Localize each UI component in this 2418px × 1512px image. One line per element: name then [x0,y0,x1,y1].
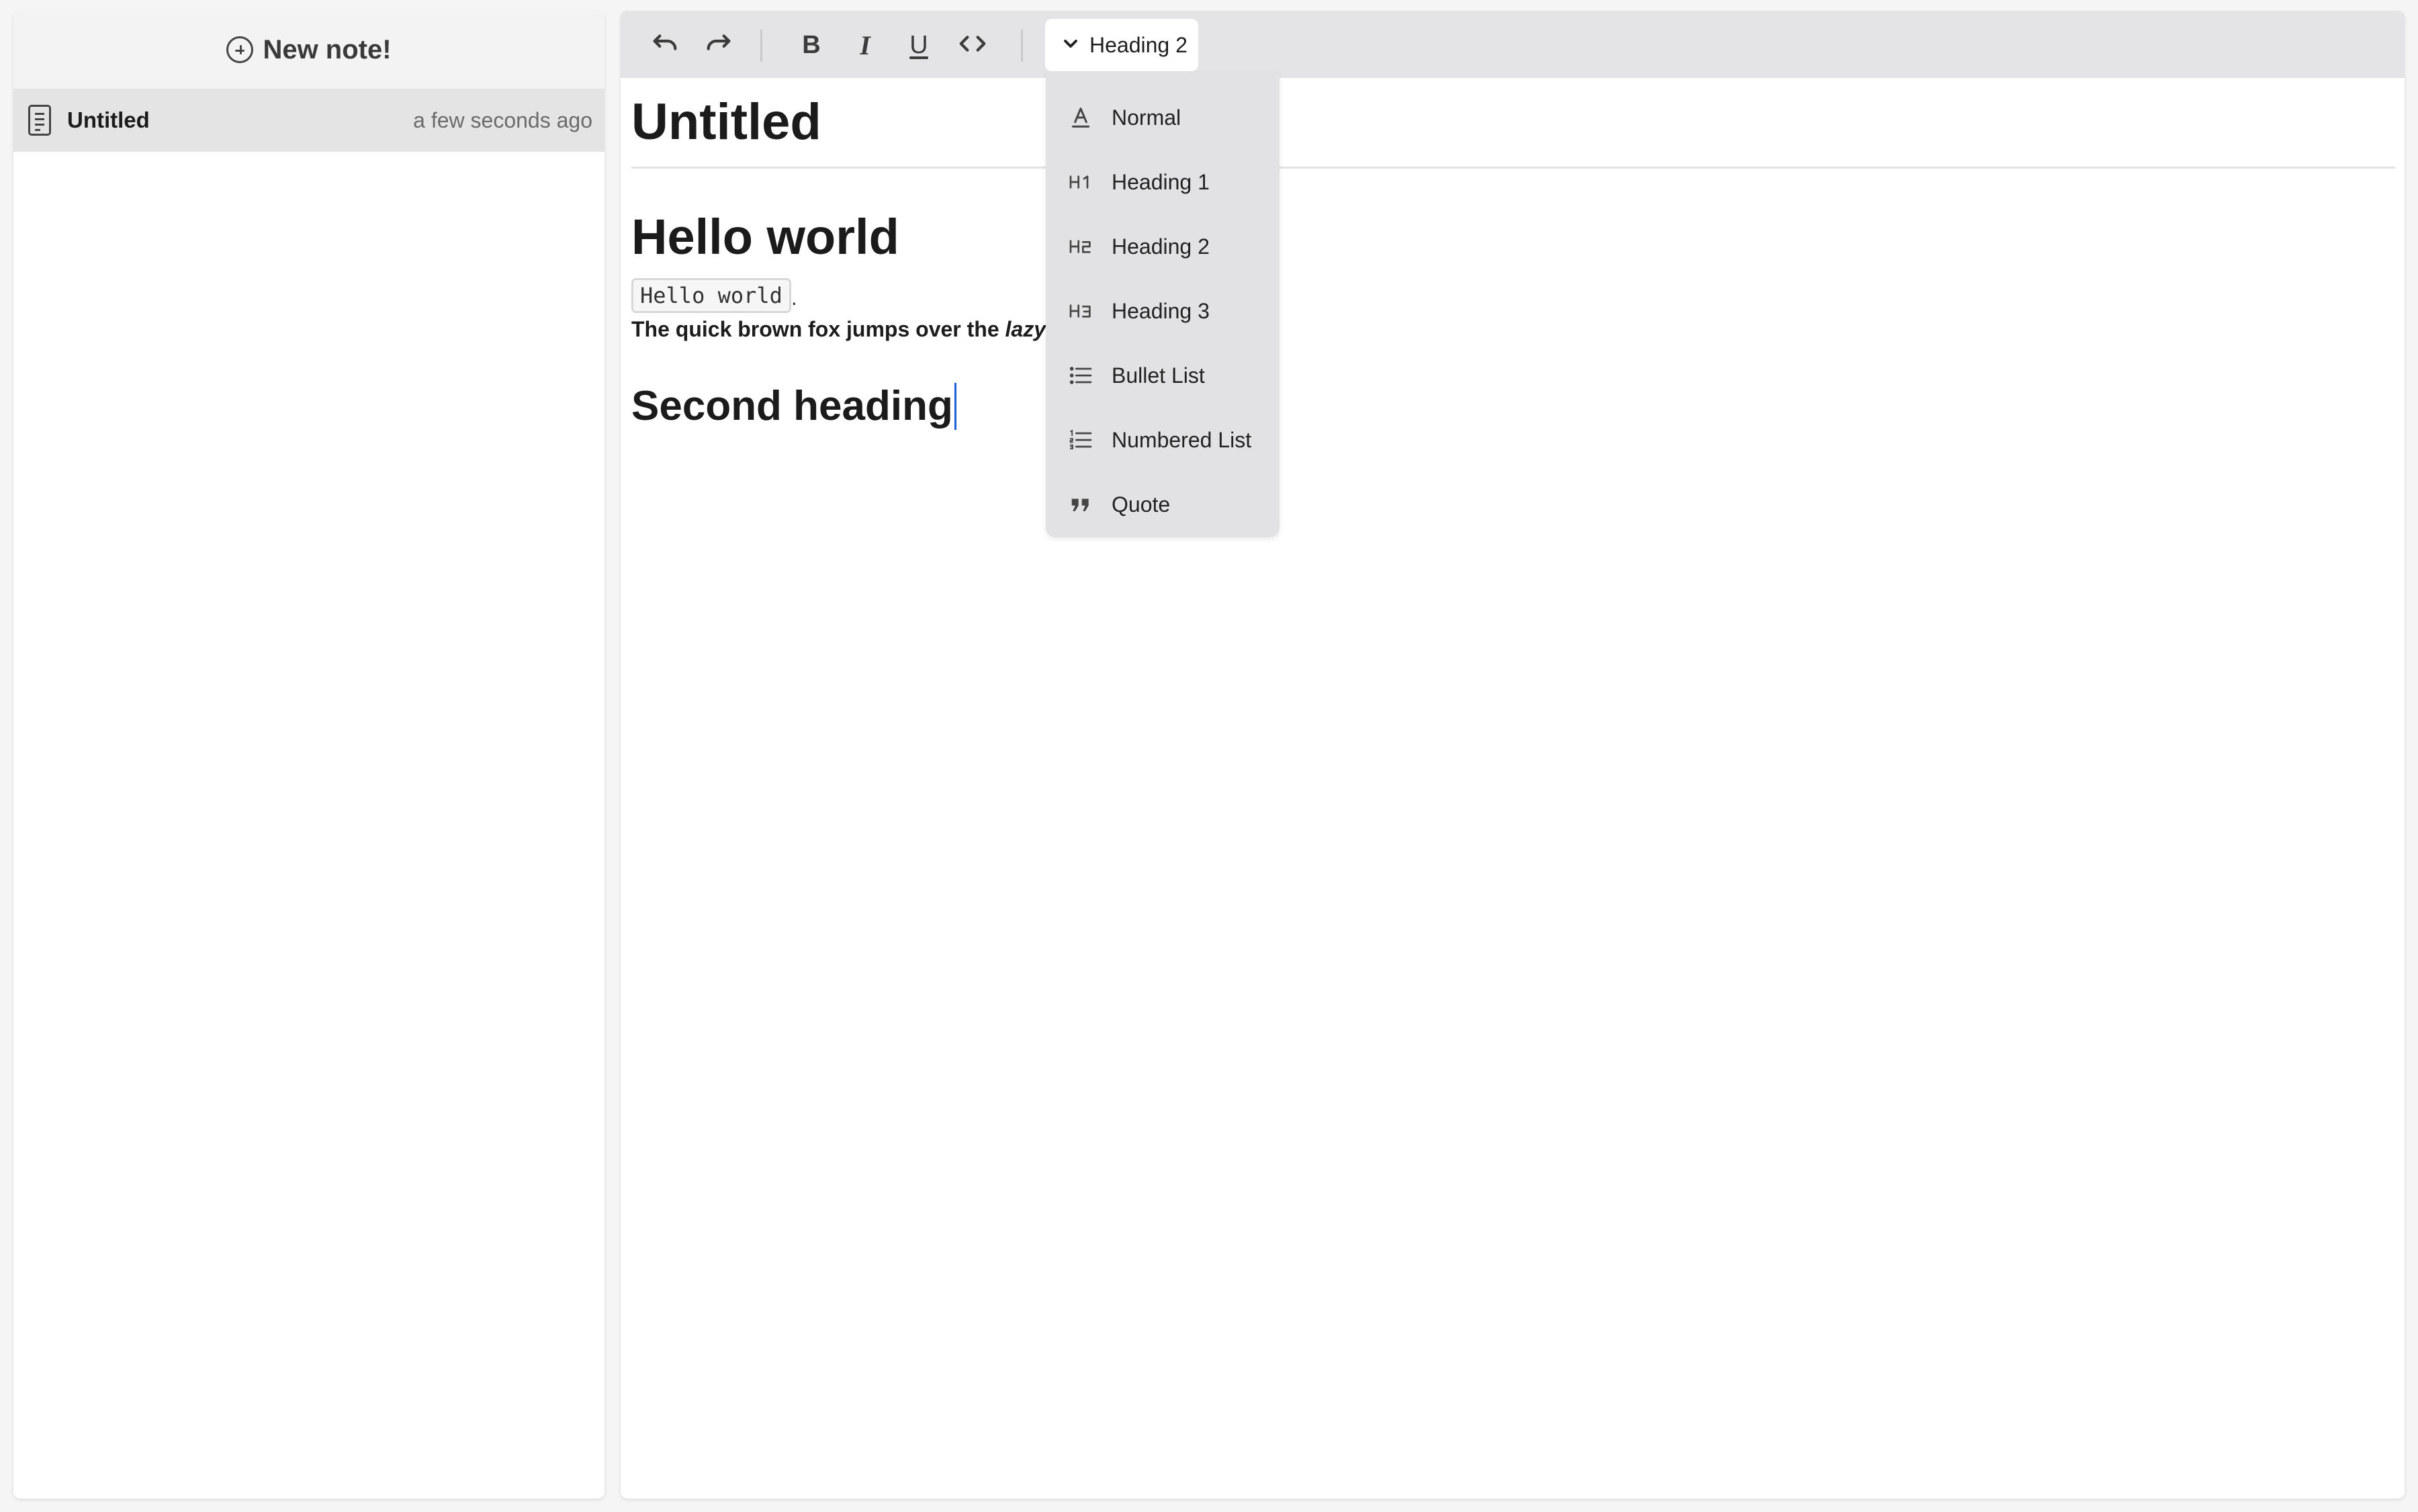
note-list-item[interactable]: Untitled a few seconds ago [13,89,604,152]
dropdown-item-label: Heading 1 [1112,169,1210,194]
dropdown-item-label: Numbered List [1112,427,1252,452]
document-title[interactable]: Untitled [631,78,2395,169]
chevron-down-icon [1060,33,1081,58]
h2-icon [1067,233,1094,260]
heading-1-block[interactable]: Hello world [631,212,1046,262]
editor-panel: B I U Heading 2 Untitled Hello world Hel… [621,11,2405,1499]
dropdown-item-quote[interactable]: Quote [1046,472,1280,537]
dropdown-item-label: Heading 2 [1112,234,1210,259]
redo-icon [703,28,734,62]
underline-button[interactable]: U [896,23,942,67]
dropdown-item-heading-3[interactable]: Heading 3 [1046,279,1280,343]
paragraph-block[interactable]: The quick brown fox jumps over the lazy [631,317,1046,342]
code-paragraph[interactable]: Hello world . [631,278,1046,313]
toolbar-divider [1021,30,1023,62]
block-type-dropdown: Normal Heading 1 Heading 2 Heading 3 Bul… [1046,72,1280,537]
toolbar-divider [760,30,762,62]
italic-button[interactable]: I [842,23,888,67]
dropdown-item-label: Heading 3 [1112,298,1210,323]
quote-icon [1067,491,1094,518]
paragraph-italic-text: lazy [1005,317,1046,341]
note-timestamp: a few seconds ago [413,107,592,132]
dropdown-item-numbered-list[interactable]: Numbered List [1046,408,1280,472]
dropdown-item-normal[interactable]: Normal [1046,85,1280,150]
plus-circle-icon [226,36,254,63]
paragraph-bold-text: The quick brown fox jumps over the [631,317,1005,341]
bold-icon: B [802,30,821,59]
heading-2-text: Second heading [631,383,953,429]
heading-2-block[interactable]: Second heading [631,382,1046,430]
dropdown-item-label: Quote [1112,492,1171,517]
code-icon [957,28,988,62]
bold-button[interactable]: B [789,23,834,67]
h1-icon [1067,169,1094,195]
document-icon [28,105,51,136]
inline-code-suffix: . [791,285,797,310]
inline-code: Hello world [631,278,791,313]
new-note-button[interactable]: New note! [13,11,604,89]
block-type-select[interactable]: Heading 2 [1045,19,1198,71]
undo-icon [650,28,680,62]
dropdown-item-bullet-list[interactable]: Bullet List [1046,343,1280,408]
editor-content[interactable]: Hello world Hello world . The quick brow… [631,212,1046,430]
text-normal-icon [1067,104,1094,131]
redo-button[interactable] [696,23,742,67]
note-title: Untitled [67,107,150,132]
numbered-list-icon [1067,427,1094,453]
new-note-label: New note! [263,34,392,64]
dropdown-item-heading-2[interactable]: Heading 2 [1046,214,1280,279]
notes-sidebar: New note! Untitled a few seconds ago [13,11,604,1499]
dropdown-item-label: Bullet List [1112,363,1205,388]
block-type-value: Heading 2 [1089,32,1188,57]
undo-button[interactable] [642,23,688,67]
dropdown-item-heading-1[interactable]: Heading 1 [1046,150,1280,214]
bullet-list-icon [1067,362,1094,389]
h3-icon [1067,298,1094,324]
text-cursor [954,382,956,430]
code-button[interactable] [950,23,995,67]
underline-icon: U [909,30,928,59]
editor-toolbar: B I U Heading 2 [621,11,2405,78]
italic-icon: I [860,30,870,60]
dropdown-item-label: Normal [1112,105,1181,130]
